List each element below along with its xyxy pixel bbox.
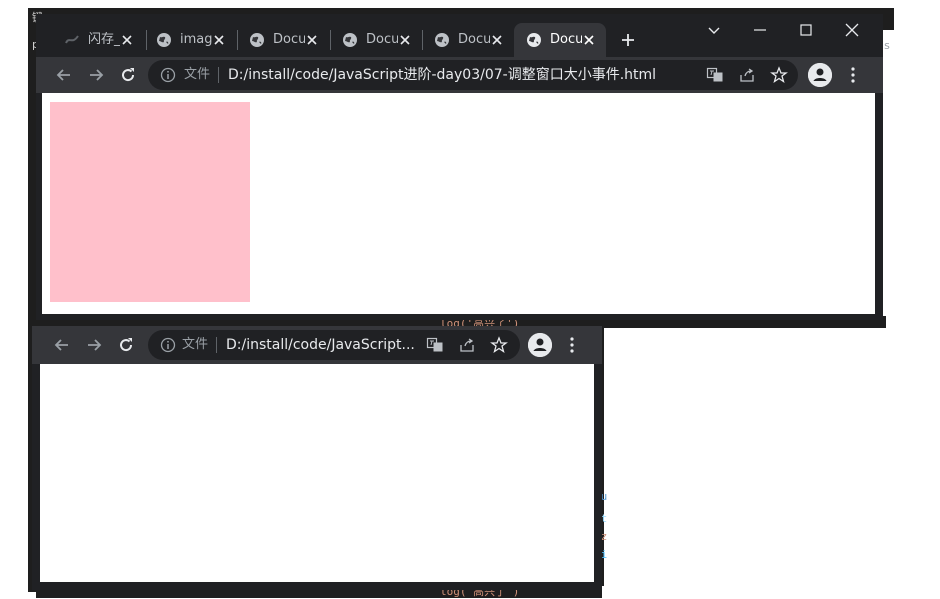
new-tab-icon[interactable] <box>620 32 636 48</box>
menu-kebab-icon[interactable] <box>562 335 582 355</box>
share-icon[interactable] <box>458 336 476 354</box>
globe-icon <box>527 33 541 47</box>
tab-title: Docu <box>366 32 398 47</box>
address-bar[interactable]: 文件 D:/install/code/JavaScript进阶-day03/07… <box>148 60 798 90</box>
tab-strip: 闪存_ imag Docu Docu Docu Docu <box>36 14 883 57</box>
close-icon[interactable] <box>490 33 504 47</box>
translate-icon[interactable] <box>426 336 444 354</box>
close-icon[interactable] <box>398 33 412 47</box>
toolbar: 文件 D:/install/code/JavaScript... <box>32 326 602 364</box>
close-icon[interactable] <box>305 33 319 47</box>
tab-title: Docu <box>273 32 305 47</box>
back-icon[interactable] <box>54 65 74 85</box>
scheme-label: 文件 <box>182 337 209 352</box>
profile-avatar[interactable] <box>528 333 552 357</box>
tab-title: imag <box>180 32 212 47</box>
forward-icon[interactable] <box>86 65 106 85</box>
close-icon[interactable] <box>120 33 134 47</box>
wave-icon <box>65 35 79 44</box>
globe-icon <box>343 33 357 47</box>
page-viewport <box>40 364 594 582</box>
pink-box <box>50 102 250 302</box>
close-icon[interactable] <box>212 33 226 47</box>
scheme-label: 文件 <box>184 67 211 82</box>
info-icon[interactable] <box>160 67 176 83</box>
close-window-icon[interactable] <box>844 22 860 38</box>
tab-search-chevron-icon[interactable] <box>706 22 722 38</box>
tab-document-1[interactable]: Docu <box>237 23 329 57</box>
toolbar: 文件 D:/install/code/JavaScript进阶-day03/07… <box>36 57 883 93</box>
tab-title: Docu <box>458 32 490 47</box>
browser-window-wide: 闪存_ imag Docu Docu Docu Docu 文件 D:/insta… <box>36 14 883 320</box>
tab-title: 闪存_ <box>88 32 120 47</box>
bookmark-star-icon[interactable] <box>770 66 788 84</box>
reload-icon[interactable] <box>116 335 136 355</box>
forward-icon[interactable] <box>84 335 104 355</box>
tab-images[interactable]: imag <box>144 23 236 57</box>
address-bar[interactable]: 文件 D:/install/code/JavaScript... <box>148 330 520 360</box>
close-icon[interactable] <box>582 33 596 47</box>
url-text[interactable]: D:/install/code/JavaScript... <box>226 336 416 354</box>
share-icon[interactable] <box>738 66 756 84</box>
back-icon[interactable] <box>52 335 72 355</box>
globe-icon <box>157 33 171 47</box>
minimize-icon[interactable] <box>752 22 768 38</box>
globe-icon <box>435 33 449 47</box>
tab-document-active[interactable]: Docu <box>514 23 606 57</box>
maximize-icon[interactable] <box>798 22 814 38</box>
omnibox-separator <box>216 337 217 353</box>
translate-icon[interactable] <box>706 66 724 84</box>
url-text[interactable]: D:/install/code/JavaScript进阶-day03/07-调整… <box>228 66 688 84</box>
tab-document-2[interactable]: Docu <box>330 23 422 57</box>
browser-window-narrow: 文件 D:/install/code/JavaScript... <box>32 326 602 590</box>
globe-icon <box>250 33 264 47</box>
person-icon <box>528 333 552 357</box>
tab-title: Docu <box>550 32 582 47</box>
tab-document-3[interactable]: Docu <box>422 23 514 57</box>
profile-avatar[interactable] <box>808 63 832 87</box>
omnibox-separator <box>218 67 219 83</box>
reload-icon[interactable] <box>118 65 138 85</box>
tab-shancun[interactable]: 闪存_ <box>52 23 144 57</box>
menu-kebab-icon[interactable] <box>843 65 863 85</box>
page-viewport <box>42 93 875 314</box>
info-icon[interactable] <box>160 337 176 353</box>
bookmark-star-icon[interactable] <box>490 336 508 354</box>
person-icon <box>808 63 832 87</box>
